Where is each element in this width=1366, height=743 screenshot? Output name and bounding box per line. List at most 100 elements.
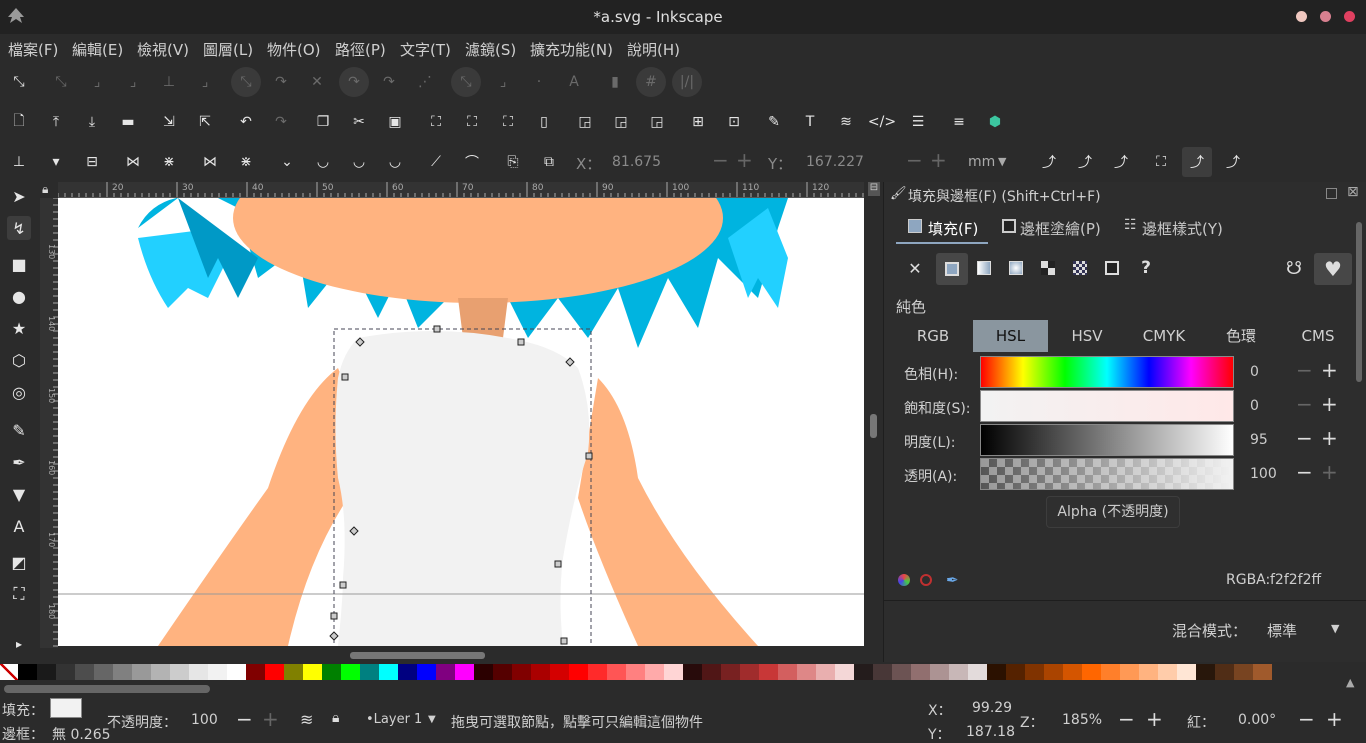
paste-icon[interactable]: ▣ (384, 111, 406, 133)
canvas-horizontal-scrollbar[interactable] (58, 648, 864, 662)
saturation-slider[interactable] (980, 390, 1234, 422)
menu-file[interactable]: 檔案(F) (8, 39, 58, 60)
path-effect-icon[interactable]: ⤴ (1222, 151, 1244, 173)
palette-swatch[interactable] (341, 664, 360, 680)
gradient-tool-icon[interactable]: ◩ (7, 550, 31, 574)
snap-text-baseline-icon[interactable]: A (563, 71, 585, 93)
unit-dropdown-icon[interactable]: ▼ (998, 148, 1006, 176)
palette-swatch[interactable] (360, 664, 379, 680)
pattern-icon[interactable] (1067, 255, 1093, 281)
color-mode-cms[interactable]: CMS (1281, 320, 1355, 352)
palette-swatch[interactable] (265, 664, 284, 680)
no-paint-icon[interactable]: ✕ (902, 255, 928, 281)
ellipse-tool-icon[interactable]: ● (7, 284, 31, 308)
minimize-button[interactable] (1296, 11, 1307, 22)
fill-rule-nonzero-icon[interactable]: ♥ (1314, 253, 1352, 285)
swatch-icon[interactable] (1099, 255, 1125, 281)
insert-node-dropdown-icon[interactable]: ▾ (45, 151, 67, 173)
palette-swatch[interactable] (569, 664, 588, 680)
zoom-decrement[interactable]: − (1118, 707, 1135, 731)
palette-swatch[interactable] (721, 664, 740, 680)
fill-rule-evenodd-icon[interactable]: ☋ (1281, 255, 1307, 281)
palette-swatch[interactable] (911, 664, 930, 680)
new-document-icon[interactable]: 🗋 (8, 111, 30, 133)
stroke-to-path-icon[interactable]: ⧉ (538, 151, 560, 173)
palette-swatch[interactable] (987, 664, 1006, 680)
rectangle-tool-icon[interactable]: ■ (7, 252, 31, 276)
menu-help[interactable]: 說明(H) (627, 39, 680, 60)
scroll-corner-icon[interactable]: ⊟ (868, 182, 880, 196)
layer-lock-icon[interactable]: 🔒︎ (332, 710, 339, 726)
mesh-tool-icon[interactable]: ⛶ (7, 582, 31, 606)
node-x-decrement[interactable]: − (712, 148, 729, 172)
eyedropper-icon[interactable]: ✒ (946, 571, 959, 589)
palette-scrollbar[interactable] (4, 685, 210, 693)
smooth-node-icon[interactable]: ◡ (312, 151, 334, 173)
snap-rotation-center-icon[interactable]: · (528, 71, 550, 93)
open-icon[interactable]: ⤒ (45, 111, 67, 133)
mesh-gradient-icon[interactable] (1035, 255, 1061, 281)
join-nodes-icon[interactable]: ⋈ (122, 151, 144, 173)
palette-swatch[interactable] (1215, 664, 1234, 680)
palette-swatch[interactable] (550, 664, 569, 680)
unset-paint-icon[interactable]: ? (1133, 255, 1159, 281)
palette-swatch[interactable] (759, 664, 778, 680)
color-mode-rgb[interactable]: RGB (896, 320, 970, 352)
lightness-increment[interactable]: + (1321, 426, 1338, 450)
palette-swatch[interactable] (702, 664, 721, 680)
pen-tool-icon[interactable]: ✒ (7, 450, 31, 474)
current-layer[interactable]: •Layer 1 (366, 712, 422, 727)
symmetric-node-icon[interactable]: ◡ (348, 151, 370, 173)
cut-icon[interactable]: ✂ (348, 111, 370, 133)
vertical-scroll-thumb[interactable] (870, 414, 877, 438)
copy-icon[interactable]: ❐ (312, 111, 334, 133)
fill-stroke-icon[interactable]: ✎ (763, 111, 785, 133)
text-tool-icon[interactable]: A (7, 514, 31, 538)
palette-swatch[interactable] (1139, 664, 1158, 680)
palette-swatch[interactable] (284, 664, 303, 680)
snap-intersection-icon[interactable]: ✕ (306, 71, 328, 93)
unlink-clone-icon[interactable]: ◲ (646, 111, 668, 133)
palette-swatch[interactable] (835, 664, 854, 680)
cusp-node-icon[interactable]: ⌄ (276, 151, 298, 173)
3d-box-tool-icon[interactable]: ⬡ (7, 348, 31, 372)
palette-swatch[interactable] (778, 664, 797, 680)
palette-swatch[interactable] (151, 664, 170, 680)
palette-swatch[interactable] (664, 664, 683, 680)
palette-swatch[interactable] (588, 664, 607, 680)
saturation-value[interactable]: 0 (1250, 398, 1259, 414)
palette-swatch[interactable] (1158, 664, 1177, 680)
undo-icon[interactable]: ↶ (235, 111, 257, 133)
no-color-swatch[interactable] (0, 664, 18, 680)
rotation-input[interactable]: 0.00° (1238, 712, 1276, 728)
menu-edit[interactable]: 編輯(E) (72, 39, 123, 60)
tab-stroke-style[interactable]: ☷ 邊框樣式(Y) (1120, 212, 1230, 244)
palette-swatch[interactable] (892, 664, 911, 680)
stroke-indicator[interactable]: 無 0.265 (52, 724, 111, 743)
hue-decrement[interactable]: − (1296, 358, 1313, 382)
tab-stroke-paint[interactable]: 邊框塗繪(P) (998, 212, 1108, 244)
opacity-decrement[interactable]: − (236, 707, 253, 731)
color-mode-cmyk[interactable]: CMYK (1127, 320, 1201, 352)
join-segment-icon[interactable]: ⋈ (199, 151, 221, 173)
palette-swatch[interactable] (455, 664, 474, 680)
alpha-increment[interactable]: + (1321, 460, 1338, 484)
alpha-slider[interactable] (980, 458, 1234, 490)
layers-toggle-icon[interactable]: ≋ (300, 710, 313, 729)
panel-scroll-thumb[interactable] (1356, 222, 1362, 382)
ungroup-icon[interactable]: ⊡ (723, 111, 745, 133)
snap-bbox-corner-icon[interactable]: ⌟ (122, 71, 144, 93)
palette-swatch[interactable] (474, 664, 493, 680)
palette-swatch[interactable] (18, 664, 37, 680)
palette-swatch[interactable] (1177, 664, 1196, 680)
node-x-input[interactable]: 81.675 (612, 148, 661, 176)
panel-float-button[interactable] (1326, 188, 1337, 199)
lightness-decrement[interactable]: − (1296, 426, 1313, 450)
import-icon[interactable]: ⇲ (158, 111, 180, 133)
palette-swatch[interactable] (170, 664, 189, 680)
palette-swatch[interactable] (1082, 664, 1101, 680)
hue-value[interactable]: 0 (1250, 364, 1259, 380)
palette-swatch[interactable] (493, 664, 512, 680)
delete-node-icon[interactable]: ⊟ (81, 151, 103, 173)
align-distribute-icon[interactable]: ☰ (907, 111, 929, 133)
